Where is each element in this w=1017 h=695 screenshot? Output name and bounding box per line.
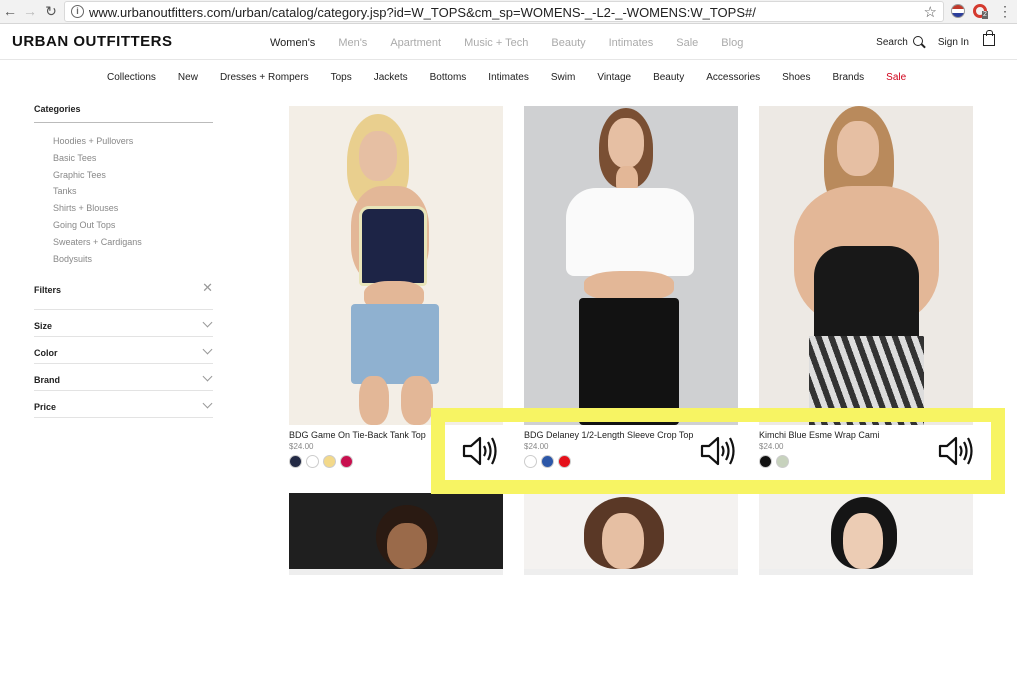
reload-icon[interactable]: ↻: [43, 3, 59, 19]
product-image[interactable]: [289, 493, 503, 569]
subnav-tops[interactable]: Tops: [331, 72, 352, 83]
subnav-beauty[interactable]: Beauty: [653, 72, 684, 83]
filters-title: Filters: [34, 285, 62, 296]
clear-filters-icon[interactable]: ✕: [202, 281, 213, 295]
speaker-icon[interactable]: [700, 435, 736, 467]
product-image[interactable]: [524, 106, 738, 425]
chevron-down-icon: [202, 317, 213, 328]
forward-icon[interactable]: →: [22, 3, 38, 19]
category-item[interactable]: Graphic Tees: [34, 167, 213, 184]
product-image[interactable]: [759, 493, 973, 569]
subnav-intimates[interactable]: Intimates: [488, 72, 529, 83]
product-image[interactable]: [524, 493, 738, 569]
product-image[interactable]: [759, 106, 973, 425]
divider: [759, 569, 973, 575]
filter-size[interactable]: Size: [34, 310, 213, 338]
browser-toolbar: ← → ↻ i www.urbanoutfitters.com/urban/ca…: [0, 0, 1017, 24]
categories-title: Categories: [34, 104, 213, 123]
speaker-icon[interactable]: [462, 435, 498, 467]
subnav-new[interactable]: New: [178, 72, 198, 83]
subnav-dresses-rompers[interactable]: Dresses + Rompers: [220, 72, 309, 83]
nav-apartment[interactable]: Apartment: [390, 37, 441, 49]
subnav-swim[interactable]: Swim: [551, 72, 575, 83]
divider: [524, 569, 738, 575]
extension-badge: 2: [982, 11, 988, 19]
flag-extension-icon[interactable]: [951, 4, 965, 18]
category-item[interactable]: Shirts + Blouses: [34, 200, 213, 217]
bookmark-star-icon[interactable]: ☆: [924, 3, 937, 21]
address-bar[interactable]: i www.urbanoutfitters.com/urban/catalog/…: [64, 1, 944, 22]
swatch[interactable]: [289, 455, 302, 468]
filter-color[interactable]: Color: [34, 337, 213, 365]
chevron-down-icon: [202, 398, 213, 409]
chevron-down-icon: [202, 344, 213, 355]
filter-label: Color: [34, 348, 58, 359]
filter-label: Price: [34, 402, 57, 413]
logo[interactable]: URBAN OUTFITTERS: [12, 33, 173, 50]
browser-menu-icon[interactable]: ⋮: [998, 3, 1012, 20]
category-item[interactable]: Sweaters + Cardigans: [34, 234, 213, 251]
filter-label: Brand: [34, 375, 61, 386]
info-icon[interactable]: i: [71, 5, 84, 18]
nav-womens[interactable]: Women's: [270, 37, 315, 49]
category-list: Hoodies + Pullovers Basic Tees Graphic T…: [34, 133, 213, 267]
shopping-bag-icon[interactable]: [983, 30, 995, 46]
site-header: URBAN OUTFITTERS Women's Men's Apartment…: [0, 25, 1017, 60]
search-label[interactable]: Search: [876, 37, 908, 48]
nav-sale[interactable]: Sale: [676, 37, 698, 49]
subnav-collections[interactable]: Collections: [107, 72, 156, 83]
swatch[interactable]: [323, 455, 336, 468]
subnav-bottoms[interactable]: Bottoms: [430, 72, 467, 83]
nav-intimates[interactable]: Intimates: [609, 37, 654, 49]
category-item[interactable]: Bodysuits: [34, 251, 213, 268]
main-nav: Women's Men's Apartment Music + Tech Bea…: [270, 37, 766, 49]
sign-in-link[interactable]: Sign In: [938, 37, 969, 48]
nav-mens[interactable]: Men's: [338, 37, 367, 49]
divider: [289, 569, 503, 575]
subnav-sale[interactable]: Sale: [886, 72, 906, 83]
filter-brand[interactable]: Brand: [34, 364, 213, 392]
subnav-brands[interactable]: Brands: [832, 72, 864, 83]
category-item[interactable]: Hoodies + Pullovers: [34, 133, 213, 150]
category-item[interactable]: Tanks: [34, 183, 213, 200]
subnav-jackets[interactable]: Jackets: [374, 72, 408, 83]
nav-music-tech[interactable]: Music + Tech: [464, 37, 528, 49]
url-text: www.urbanoutfitters.com/urban/catalog/ca…: [89, 5, 756, 20]
speaker-icon[interactable]: [938, 435, 974, 467]
product-image[interactable]: [289, 106, 503, 425]
subnav-accessories[interactable]: Accessories: [706, 72, 760, 83]
category-subnav: Collections New Dresses + Rompers Tops J…: [107, 72, 928, 83]
back-icon[interactable]: ←: [2, 3, 18, 19]
search-icon[interactable]: [912, 35, 926, 49]
swatch[interactable]: [306, 455, 319, 468]
nav-beauty[interactable]: Beauty: [551, 37, 585, 49]
filters-header: Filters ✕: [34, 281, 213, 311]
subnav-vintage[interactable]: Vintage: [597, 72, 631, 83]
chevron-down-icon: [202, 371, 213, 382]
category-item[interactable]: Going Out Tops: [34, 217, 213, 234]
filter-price[interactable]: Price: [34, 391, 213, 419]
subnav-shoes[interactable]: Shoes: [782, 72, 810, 83]
nav-blog[interactable]: Blog: [721, 37, 743, 49]
swatch[interactable]: [340, 455, 353, 468]
category-item[interactable]: Basic Tees: [34, 150, 213, 167]
sidebar: Categories Hoodies + Pullovers Basic Tee…: [34, 104, 213, 419]
filter-label: Size: [34, 321, 53, 332]
extension-icon[interactable]: 2: [973, 4, 988, 19]
